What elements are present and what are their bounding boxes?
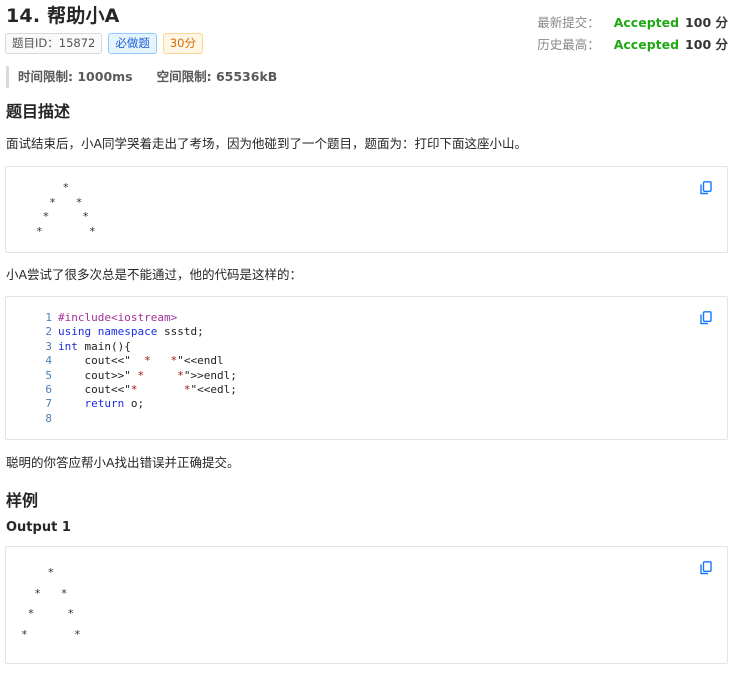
description-middle: 小A尝试了很多次总是不能通过，他的代码是这样的： (6, 267, 303, 282)
line-number: 4 (45, 354, 52, 368)
code-text: int main(){ (58, 339, 131, 353)
limits-bar: 时间限制: 1000ms 空间限制: 65536kB (6, 66, 277, 88)
best-submission-row: 历史最高： Accepted 100 分 (537, 34, 728, 56)
samples-heading: 样例 (6, 491, 39, 510)
line-number: 1 (45, 311, 52, 324)
latest-score: 100 分 (685, 15, 728, 30)
description-outro: 聪明的你答应帮小A找出错误并正确提交。 (6, 455, 240, 470)
latest-submission-row: 最新提交： Accepted 100 分 (537, 12, 728, 34)
code-line: 6 cout<<"* *"<<edl; (32, 383, 237, 397)
problem-tags: 题目ID：15872 必做题 30分 (5, 33, 203, 54)
sample-output-art: * * * * * * * (21, 566, 81, 641)
line-number: 3 (45, 339, 52, 353)
line-number: 7 (45, 397, 52, 411)
code-text: return o; (84, 397, 145, 411)
best-result[interactable]: Accepted (614, 34, 679, 56)
problem-title: 14. 帮助小A (6, 5, 120, 27)
code-line: 2 using namespace ssstd; (32, 325, 237, 339)
latest-result[interactable]: Accepted (614, 12, 679, 34)
time-limit: 时间限制: 1000ms (18, 69, 133, 84)
copy-icon[interactable] (700, 311, 712, 325)
description-intro: 面试结束后，小A同学哭着走出了考场，因为他碰到了一个题目，题面为：打印下面这座小… (6, 136, 528, 151)
code-text: cout<<"* *"<<edl; (58, 383, 237, 397)
points-tag: 30分 (162, 33, 203, 54)
required-tag: 必做题 (108, 33, 157, 54)
code-line: 7 return o; (32, 397, 237, 411)
line-number: 6 (45, 383, 52, 397)
mountain-code-block: * * * * * * * (5, 166, 728, 253)
mountain-art: * * * * * * * (36, 181, 96, 238)
source-code: 1 #include<iostream> 2 using namespace ssst… (32, 311, 237, 426)
line-number: 5 (45, 368, 52, 382)
copy-icon[interactable] (700, 181, 712, 195)
latest-submission-label: 最新提交： (537, 15, 600, 30)
output-label: Output 1 (6, 520, 71, 535)
submission-status: 最新提交： Accepted 100 分 历史最高： Accepted 100 … (537, 12, 728, 56)
source-code-block: 1 #include<iostream> 2 using namespace ssst… (5, 296, 728, 440)
memory-limit: 空间限制: 65536kB (156, 69, 278, 84)
copy-icon[interactable] (700, 561, 712, 575)
code-line: 5 cout>>" * *">>endl; (32, 368, 237, 383)
code-text: cout<<" * *"<<endl (58, 354, 224, 368)
best-score: 100 分 (685, 37, 728, 52)
best-submission-label: 历史最高： (537, 37, 600, 52)
code-line: 4 cout<<" * *"<<endl (32, 354, 237, 368)
code-text: cout>>" * *">>endl; (58, 368, 237, 382)
code-text: #include<iostream> (58, 311, 178, 324)
code-line: 1 #include<iostream> (32, 311, 237, 325)
description-heading: 题目描述 (6, 102, 71, 121)
line-number: 8 (45, 411, 52, 425)
line-number: 2 (45, 325, 52, 339)
code-line: 3 int main(){ (32, 340, 237, 354)
code-line: 8 (32, 412, 237, 426)
sample-output-block: * * * * * * * (5, 546, 728, 664)
code-text: using namespace ssstd; (58, 325, 204, 339)
problem-id-tag: 题目ID：15872 (5, 33, 103, 54)
